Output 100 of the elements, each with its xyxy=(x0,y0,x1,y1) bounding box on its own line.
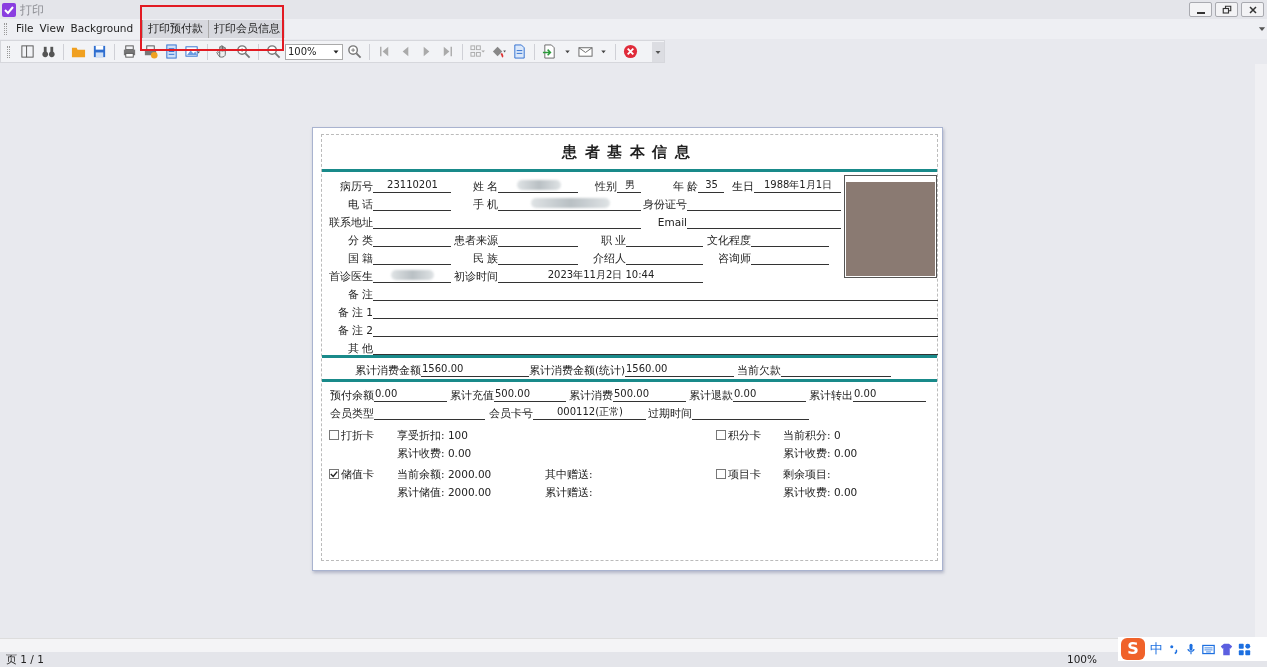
field-label: 累计退款 xyxy=(688,388,733,402)
field-label: 咨询师 xyxy=(717,251,751,265)
field-label: 累计转出 xyxy=(808,388,853,402)
field-value: 0.00 xyxy=(733,387,806,402)
field-value: 35 xyxy=(698,178,724,193)
detail-text: 累计储值: 2000.00 xyxy=(397,485,493,500)
field-label: 身份证号 xyxy=(642,197,687,211)
close-icon[interactable] xyxy=(623,44,638,59)
app-icon xyxy=(2,2,16,17)
page-icon[interactable] xyxy=(164,44,179,59)
field-label: 备 注 1 xyxy=(336,305,373,319)
field-label: 累计消费 xyxy=(568,388,613,402)
zoom-in-icon[interactable] xyxy=(347,44,362,59)
detail-text: 累计收费: 0.00 xyxy=(783,446,859,461)
field-label: 性别 xyxy=(594,179,617,193)
toolbar-tab-button[interactable]: 打印会员信息 xyxy=(208,20,286,38)
punctuation-icon[interactable] xyxy=(1168,643,1180,655)
field-label: 文化程度 xyxy=(706,233,751,247)
field-label: 手 机 xyxy=(471,197,498,211)
window-title: 打印 xyxy=(20,1,44,19)
field-label: 姓 名 xyxy=(471,179,498,193)
field-label: 累计充值 xyxy=(449,388,494,402)
field-label: 会员卡号 xyxy=(488,406,533,420)
field-label: 民 族 xyxy=(471,251,498,265)
field-label: 当前欠款 xyxy=(736,363,781,377)
field-label: Email xyxy=(656,215,687,229)
field-label: 年 龄 xyxy=(671,179,698,193)
detail-text: 累计收费: 0.00 xyxy=(397,446,473,461)
detail-text: 当前积分: 0 xyxy=(783,428,842,443)
envelope-icon[interactable] xyxy=(578,44,593,59)
minimize-button[interactable] xyxy=(1189,2,1212,17)
checkbox[interactable] xyxy=(329,469,339,479)
field-label: 其 他 xyxy=(346,341,373,355)
field-value: 500.00 xyxy=(613,387,686,402)
field-value: 23110201 xyxy=(373,178,451,193)
document-icon[interactable] xyxy=(512,44,527,59)
field-value: 1560.00 xyxy=(625,362,734,377)
field-value: 0.00 xyxy=(853,387,926,402)
field-label: 分 类 xyxy=(346,233,373,247)
field-label: 会员类型 xyxy=(329,406,374,420)
field-value: 0.00 xyxy=(374,387,447,402)
field-value: 男 xyxy=(617,178,641,193)
checkbox[interactable] xyxy=(716,430,726,440)
export-icon[interactable] xyxy=(542,44,557,59)
zoom-combo-box[interactable]: 100% xyxy=(285,43,343,60)
shirt-icon[interactable] xyxy=(1220,642,1233,656)
field-label: 患者来源 xyxy=(453,233,498,247)
checkbox[interactable] xyxy=(716,469,726,479)
checkbox-label: 积分卡 xyxy=(728,428,761,443)
picture-icon[interactable] xyxy=(185,44,200,59)
printer-gear-icon[interactable] xyxy=(143,44,158,59)
microphone-icon[interactable] xyxy=(1185,642,1197,656)
menu-item[interactable]: View xyxy=(36,19,68,39)
zoom-in-icon[interactable] xyxy=(236,44,251,59)
menu-item[interactable]: Background xyxy=(67,19,137,39)
minimize-icon xyxy=(1196,11,1205,14)
checkbox-label: 项目卡 xyxy=(728,467,761,482)
field-label: 生日 xyxy=(731,179,754,193)
input-mode-toggle[interactable]: 中 xyxy=(1150,639,1163,659)
field-label: 介绍人 xyxy=(592,251,626,265)
status-zoom: 100% xyxy=(1066,651,1097,667)
detail-text: 享受折扣: 100 xyxy=(397,428,469,443)
detail-text: 当前余额: 2000.00 xyxy=(397,467,493,482)
field-label: 联系地址 xyxy=(328,215,373,229)
binoculars-icon[interactable] xyxy=(41,44,56,59)
report-title: 患者基本信息 xyxy=(560,141,698,163)
panel-icon[interactable] xyxy=(20,44,35,59)
field-label: 累计消费金额 xyxy=(354,363,421,377)
field-value: 000112(正常) xyxy=(533,405,646,420)
detail-text: 其中赠送: xyxy=(545,467,594,482)
toolbar-tab-button[interactable]: 打印预付款 xyxy=(142,20,209,38)
checkbox-label: 储值卡 xyxy=(341,467,374,482)
close-icon xyxy=(1246,3,1259,16)
field-label: 预付余额 xyxy=(329,388,374,402)
detail-text: 剩余项目: xyxy=(783,467,832,482)
close-button[interactable] xyxy=(1241,2,1264,17)
restore-icon xyxy=(1220,3,1233,16)
zoom-out-icon[interactable] xyxy=(266,44,281,59)
printer-icon[interactable] xyxy=(122,44,137,59)
field-value: 500.00 xyxy=(494,387,566,402)
field-label: 备 注 2 xyxy=(336,323,373,337)
field-label: 职 业 xyxy=(599,233,626,247)
checkbox-label: 打折卡 xyxy=(341,428,374,443)
detail-text: 累计收费: 0.00 xyxy=(783,485,859,500)
keyboard-icon[interactable] xyxy=(1202,642,1215,656)
menu-item[interactable]: File xyxy=(13,19,37,39)
field-label: 初诊时间 xyxy=(453,269,498,283)
field-label: 电 话 xyxy=(346,197,373,211)
detail-text: 累计赠送: xyxy=(545,485,594,500)
field-label: 备 注 xyxy=(346,287,373,301)
apps-grid-icon[interactable] xyxy=(1238,642,1251,656)
field-label: 国 籍 xyxy=(346,251,373,265)
paint-bucket-icon[interactable] xyxy=(491,44,506,59)
restore-button[interactable] xyxy=(1215,2,1238,17)
checkbox[interactable] xyxy=(329,430,339,440)
field-label: 病历号 xyxy=(339,179,373,193)
save-icon[interactable] xyxy=(92,44,107,59)
field-value: 1560.00 xyxy=(421,362,529,377)
field-value: 2023年11月2日 10:44 xyxy=(498,268,703,283)
field-label: 过期时间 xyxy=(647,406,692,420)
